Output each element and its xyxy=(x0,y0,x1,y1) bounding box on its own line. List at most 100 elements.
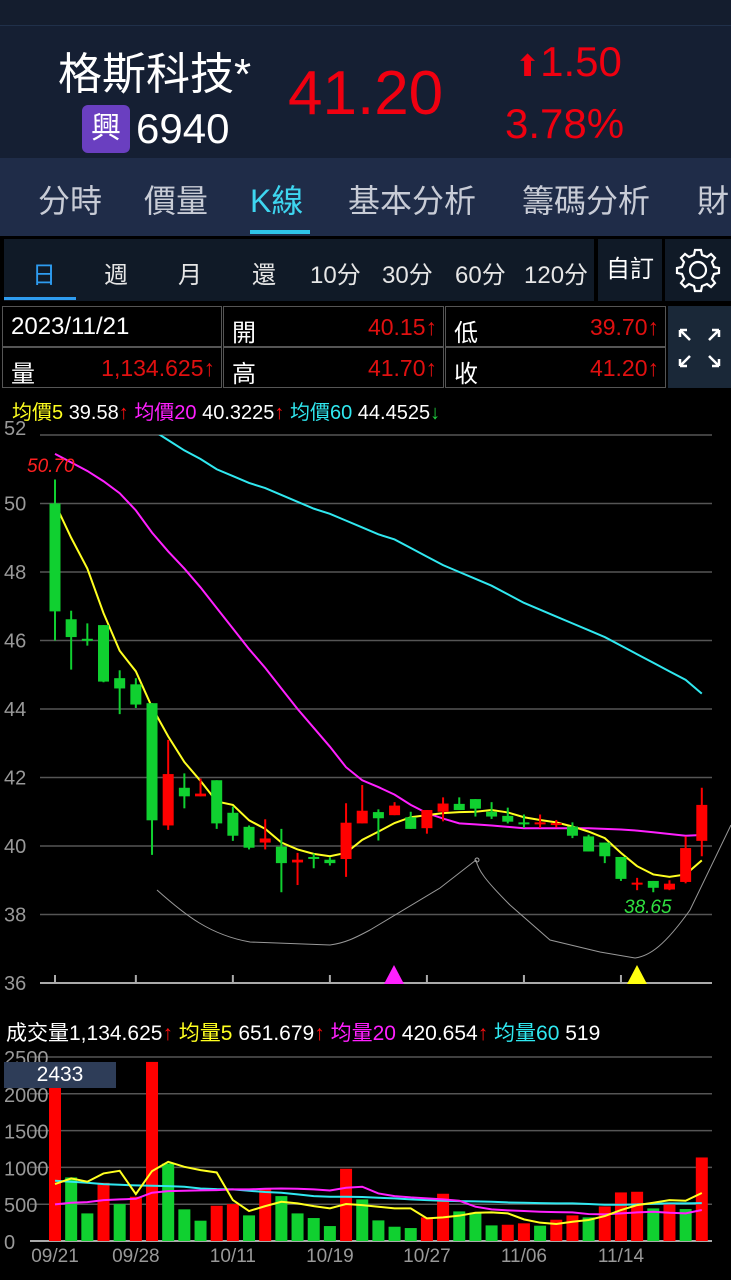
candle-body xyxy=(308,856,320,859)
volume-bar xyxy=(259,1189,272,1241)
volume-bar xyxy=(178,1209,191,1241)
tab-price-volume[interactable]: 價量 xyxy=(144,176,208,222)
pattern-curve xyxy=(156,824,731,959)
period-low-label: 38.65 xyxy=(624,897,672,918)
volume-axis-label: 2000 xyxy=(4,1085,49,1107)
info-high-cell: 高 41.70↑ xyxy=(223,347,444,388)
volume-bar xyxy=(420,1217,433,1241)
volume-bar xyxy=(291,1213,304,1241)
candle-body xyxy=(453,803,465,811)
volume-bar xyxy=(307,1218,320,1241)
volume-max-label: 2433 xyxy=(4,1062,116,1088)
volume-bar xyxy=(501,1224,514,1241)
volume-bar xyxy=(566,1215,579,1241)
volume-axis-label: 1500 xyxy=(4,1122,49,1144)
volume-bar xyxy=(97,1182,110,1241)
candle-body xyxy=(146,703,158,821)
tab-intraday[interactable]: 分時 xyxy=(38,176,102,222)
price-axis-label: 48 xyxy=(4,562,26,584)
custom-button[interactable]: 自訂 xyxy=(598,239,662,301)
candle-body xyxy=(275,846,287,864)
candle-body xyxy=(663,883,675,890)
up-arrow-icon: ⬆ xyxy=(515,50,541,83)
date-label: 11/14 xyxy=(598,1246,645,1267)
candle-body xyxy=(631,882,643,885)
magenta-signal-triangle xyxy=(384,965,404,984)
candle-body xyxy=(502,815,514,822)
candle-body xyxy=(178,787,190,797)
candle-body xyxy=(518,822,530,825)
volume-bar xyxy=(614,1192,627,1241)
volume-value: 1,134.625↑ xyxy=(101,355,215,381)
candle-body xyxy=(98,625,110,682)
low-value: 39.70↑ xyxy=(589,314,659,340)
price-axis-label: 50 xyxy=(4,494,26,516)
period-day[interactable]: 日 xyxy=(32,255,56,290)
volume-bar xyxy=(485,1225,498,1241)
period-adjusted[interactable]: 還 xyxy=(252,255,276,290)
volume-bar xyxy=(129,1196,142,1241)
settings-button[interactable] xyxy=(665,239,731,301)
info-date-cell: 2023/11/21 xyxy=(2,306,222,347)
period-30min[interactable]: 30分 xyxy=(382,255,433,290)
volume-bar xyxy=(162,1163,175,1241)
period-high-label: 50.70 xyxy=(27,456,75,477)
volume-bar xyxy=(65,1177,78,1241)
gear-icon xyxy=(675,248,721,293)
candle-body xyxy=(340,822,352,860)
info-close-cell: 收 41.20↑ xyxy=(445,347,666,388)
volume-bar xyxy=(146,1061,159,1241)
candle-body xyxy=(647,880,659,888)
candle-body xyxy=(437,803,449,812)
fullscreen-button[interactable] xyxy=(668,306,731,388)
change-percent: 3.78% xyxy=(505,100,625,147)
date-label: 09/28 xyxy=(112,1246,160,1267)
tab-financials[interactable]: 財 xyxy=(697,176,729,222)
candle-body xyxy=(81,638,93,641)
volume-bar xyxy=(372,1220,385,1241)
tab-chips[interactable]: 籌碼分析 xyxy=(522,176,650,222)
volume-axis-label: 1000 xyxy=(4,1158,49,1180)
volume-bar xyxy=(647,1208,660,1241)
candle-body xyxy=(583,836,595,852)
candle-body xyxy=(114,678,126,689)
price-change: ⬆1.50 xyxy=(515,38,622,86)
period-month[interactable]: 月 xyxy=(178,255,202,290)
period-120min[interactable]: 120分 xyxy=(524,255,588,290)
info-volume-cell: 量 1,134.625↑ xyxy=(2,347,222,388)
date-label: 10/19 xyxy=(306,1246,354,1267)
volume-bar xyxy=(113,1204,126,1241)
price-axis-label: 40 xyxy=(4,836,26,858)
price-axis-label: 44 xyxy=(4,699,26,721)
tab-fundamentals[interactable]: 基本分析 xyxy=(348,176,476,222)
open-value: 40.15↑ xyxy=(367,314,437,340)
candle-body xyxy=(389,805,401,816)
close-value: 41.20↑ xyxy=(589,355,659,381)
volume-bar xyxy=(404,1228,417,1241)
date-label: 11/06 xyxy=(501,1246,547,1267)
period-60min[interactable]: 60分 xyxy=(455,255,506,290)
candle-body xyxy=(599,842,611,857)
close-label: 收 xyxy=(454,361,478,388)
status-bar xyxy=(0,0,731,26)
period-selector: 日 週 月 還 10分 30分 60分 120分 xyxy=(4,239,594,301)
price-axis-label: 36 xyxy=(4,973,26,993)
candle-body xyxy=(405,817,417,829)
open-label: 開 xyxy=(232,320,256,347)
candle-body xyxy=(243,826,255,848)
volume-bar xyxy=(194,1220,207,1241)
volume-bar xyxy=(323,1226,336,1241)
candle-body xyxy=(566,826,578,836)
candle-body xyxy=(259,838,271,843)
yellow-signal-triangle xyxy=(627,965,647,984)
period-10min[interactable]: 10分 xyxy=(310,255,361,290)
ma60-line xyxy=(158,435,703,695)
candle-body xyxy=(372,812,384,819)
price-chart[interactable]: 52 50 48 46 44 42 40 38 36 50.70 38.65 xyxy=(0,418,731,993)
active-period-indicator xyxy=(4,297,76,300)
stock-code: 6940 xyxy=(136,105,230,152)
period-week[interactable]: 週 xyxy=(104,255,128,290)
tab-kline[interactable]: K線 xyxy=(250,176,303,222)
candle-body xyxy=(696,804,708,841)
stock-name: 格斯科技* xyxy=(58,50,252,99)
